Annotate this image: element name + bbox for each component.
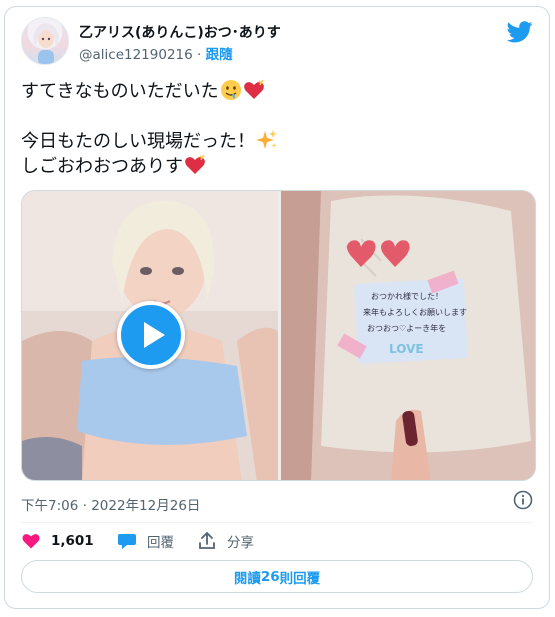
tweet-time: 下午7:06	[21, 498, 79, 514]
tweet-date: 2022年12月26日	[91, 498, 201, 514]
reply-count: 26	[260, 568, 280, 585]
read-replies-button[interactable]: 閱讀 26 則回覆	[21, 560, 533, 593]
gift-card-line-4: LOVE	[389, 342, 424, 356]
info-icon[interactable]	[513, 490, 533, 510]
reply-button[interactable]: 回覆	[117, 530, 174, 552]
twitter-bird-icon[interactable]	[507, 21, 533, 43]
tweet-line-2-text: 今日もたのしい現場だった！	[21, 131, 255, 152]
reply-bubble-icon	[118, 534, 136, 549]
handle-row: @alice12190216 · 跟隨	[79, 43, 233, 63]
sparkles-icon	[256, 130, 277, 149]
heart-icon	[22, 534, 40, 549]
read-replies-prefix: 閱讀	[233, 570, 261, 587]
gift-bag-image: おつかれ様でした！ 来年もよろしくお願いします おつおつ♡よーき年を LOVE	[281, 191, 535, 480]
gift-bag-photo[interactable]: おつかれ様でした！ 来年もよろしくお願いします おつおつ♡よーき年を LOVE	[281, 191, 535, 480]
reply-label: 回覆	[147, 535, 174, 551]
video-thumbnail[interactable]	[22, 191, 278, 480]
heart-with-ribbon-icon	[185, 154, 205, 174]
share-button[interactable]: 分享	[197, 530, 254, 552]
display-name[interactable]: 乙アリス(ありんこ)おつ･ありす	[79, 22, 281, 42]
gift-card-line-3: おつおつ♡よーき年を	[367, 323, 446, 333]
tweet-card: 乙アリス(ありんこ)おつ･ありす @alice12190216 · 跟隨 すてき…	[4, 6, 550, 609]
user-handle[interactable]: @alice12190216	[79, 47, 193, 63]
share-label: 分享	[227, 535, 254, 551]
media-grid: おつかれ様でした！ 来年もよろしくお願いします おつおつ♡よーき年を LOVE	[21, 190, 536, 481]
follow-link[interactable]: 跟隨	[206, 47, 233, 63]
gift-card-line-2: 来年もよろしくお願いします	[363, 307, 467, 317]
divider	[21, 522, 533, 523]
tweet-header: 乙アリス(ありんこ)おつ･ありす @alice12190216 · 跟隨	[21, 17, 533, 69]
tweet-line-1-text: すてきなものいただいた	[21, 81, 219, 102]
play-icon	[144, 322, 165, 348]
tweet-timestamp[interactable]: 下午7:06 · 2022年12月26日	[21, 494, 200, 514]
read-replies-suffix: 則回覆	[279, 570, 321, 587]
like-count: 1,601	[51, 533, 94, 549]
tweet-line-3-text: しごおわおつありす	[21, 156, 183, 177]
share-upload-icon	[199, 532, 215, 549]
handle-separator: ·	[192, 47, 206, 63]
gift-card-line-1: おつかれ様でした！	[371, 291, 443, 301]
like-button[interactable]: 1,601	[21, 530, 94, 552]
tweet-line-1: すてきなものいただいた	[21, 79, 533, 104]
drooling-face-icon	[220, 80, 241, 100]
avatar[interactable]	[21, 17, 69, 65]
tweet-line-3: しごおわおつありす	[21, 154, 533, 179]
heart-with-ribbon-icon	[243, 79, 264, 99]
tweet-text: すてきなものいただいた 今日もたのしい現場だった！ しごおわおつありす	[21, 79, 533, 179]
play-button[interactable]	[117, 301, 185, 369]
tweet-line-2: 今日もたのしい現場だった！	[21, 129, 533, 154]
meta-separator: ·	[78, 498, 92, 514]
avatar-image-icon	[33, 22, 59, 64]
